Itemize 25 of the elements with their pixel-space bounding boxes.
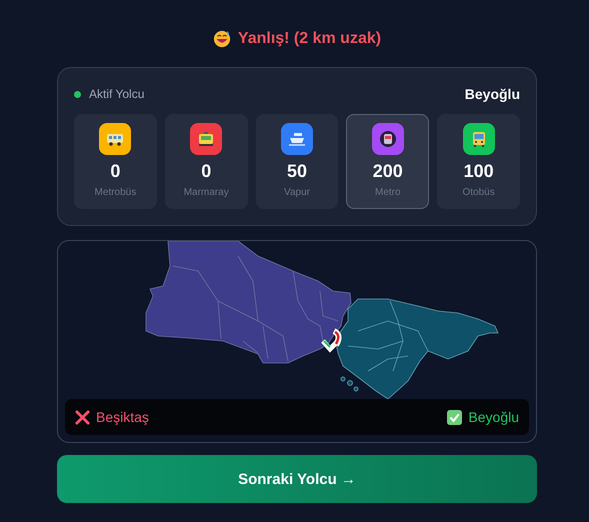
transport-label: Metro <box>375 187 401 198</box>
sweat-smile-icon <box>212 30 231 48</box>
transport-tile[interactable]: 100 Otobüs <box>437 114 520 209</box>
passenger-label: Aktif Yolcu <box>89 87 144 101</box>
transport-label: Otobüs <box>462 187 495 198</box>
check-icon <box>447 410 462 424</box>
passenger-count: 50 <box>286 161 307 182</box>
transport-tile[interactable]: 0 Marmaray <box>164 114 248 209</box>
passenger-count: 200 <box>372 161 403 182</box>
passenger-count: 0 <box>110 161 120 182</box>
transport-label: Metrobüs <box>94 187 136 198</box>
district-name: Beyoğlu <box>464 86 520 102</box>
district-answer: Beyoğlu <box>468 409 519 425</box>
result-message: Yanlış! (2 km uzak) <box>238 30 382 48</box>
transport-tile[interactable]: 200 Metro <box>346 114 430 209</box>
passenger-count: 100 <box>464 161 494 182</box>
passenger-count: 0 <box>201 161 212 182</box>
transport-label: Marmaray <box>184 187 229 198</box>
transport-tile[interactable]: 0 Metrobüs <box>74 114 157 209</box>
transport-tile[interactable]: 50 Vapur <box>256 114 338 209</box>
close-icon <box>75 410 90 424</box>
transport-label: Vapur <box>284 187 310 198</box>
next-passenger-button[interactable]: Sonraki Yolcu → <box>57 455 537 503</box>
status-dot <box>74 90 81 98</box>
district-answer: Beşiktaş <box>96 409 149 425</box>
